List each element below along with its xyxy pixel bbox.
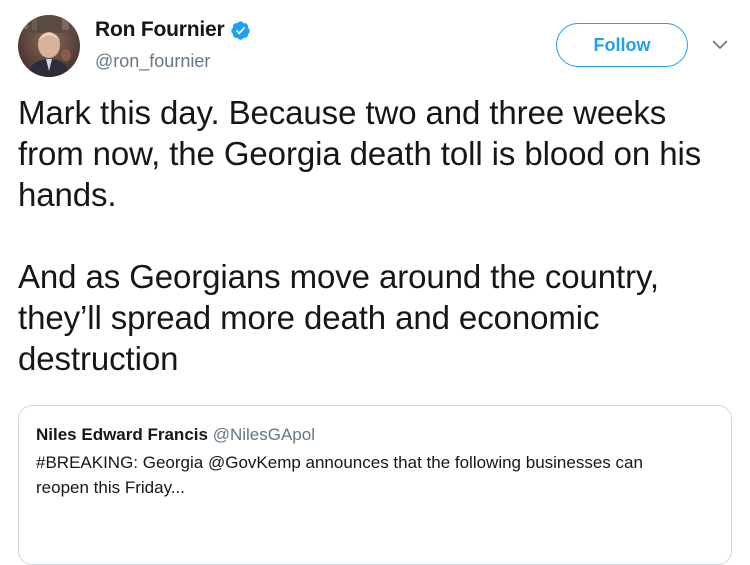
avatar[interactable] [18,15,80,77]
follow-button[interactable]: Follow [556,23,688,67]
quoted-author-handle: @NilesGApol [212,425,315,444]
tweet-paragraph: And as Georgians move around the country… [18,258,659,377]
tweet-menu-button[interactable] [710,35,730,55]
quoted-tweet[interactable]: Niles Edward Francis @NilesGApol #BREAKI… [18,405,732,565]
author-info: Ron Fournier @ron_fournier [95,15,251,72]
chevron-down-icon [712,40,728,49]
name-row: Ron Fournier [95,15,251,45]
verified-badge-icon [230,20,251,41]
avatar-photo [18,15,80,77]
quoted-tweet-text: #BREAKING: Georgia @GovKemp announces th… [36,453,643,497]
author-handle[interactable]: @ron_fournier [95,51,251,72]
tweet-text: Mark this day. Because two and three wee… [18,92,738,379]
author-name[interactable]: Ron Fournier [95,18,225,42]
quoted-author-name: Niles Edward Francis [36,425,208,444]
tweet-card: Ron Fournier @ron_fournier Follow Mark t… [0,0,750,565]
quoted-tweet-header: Niles Edward Francis @NilesGApol [36,424,714,446]
tweet-paragraph: Mark this day. Because two and three wee… [18,94,702,213]
